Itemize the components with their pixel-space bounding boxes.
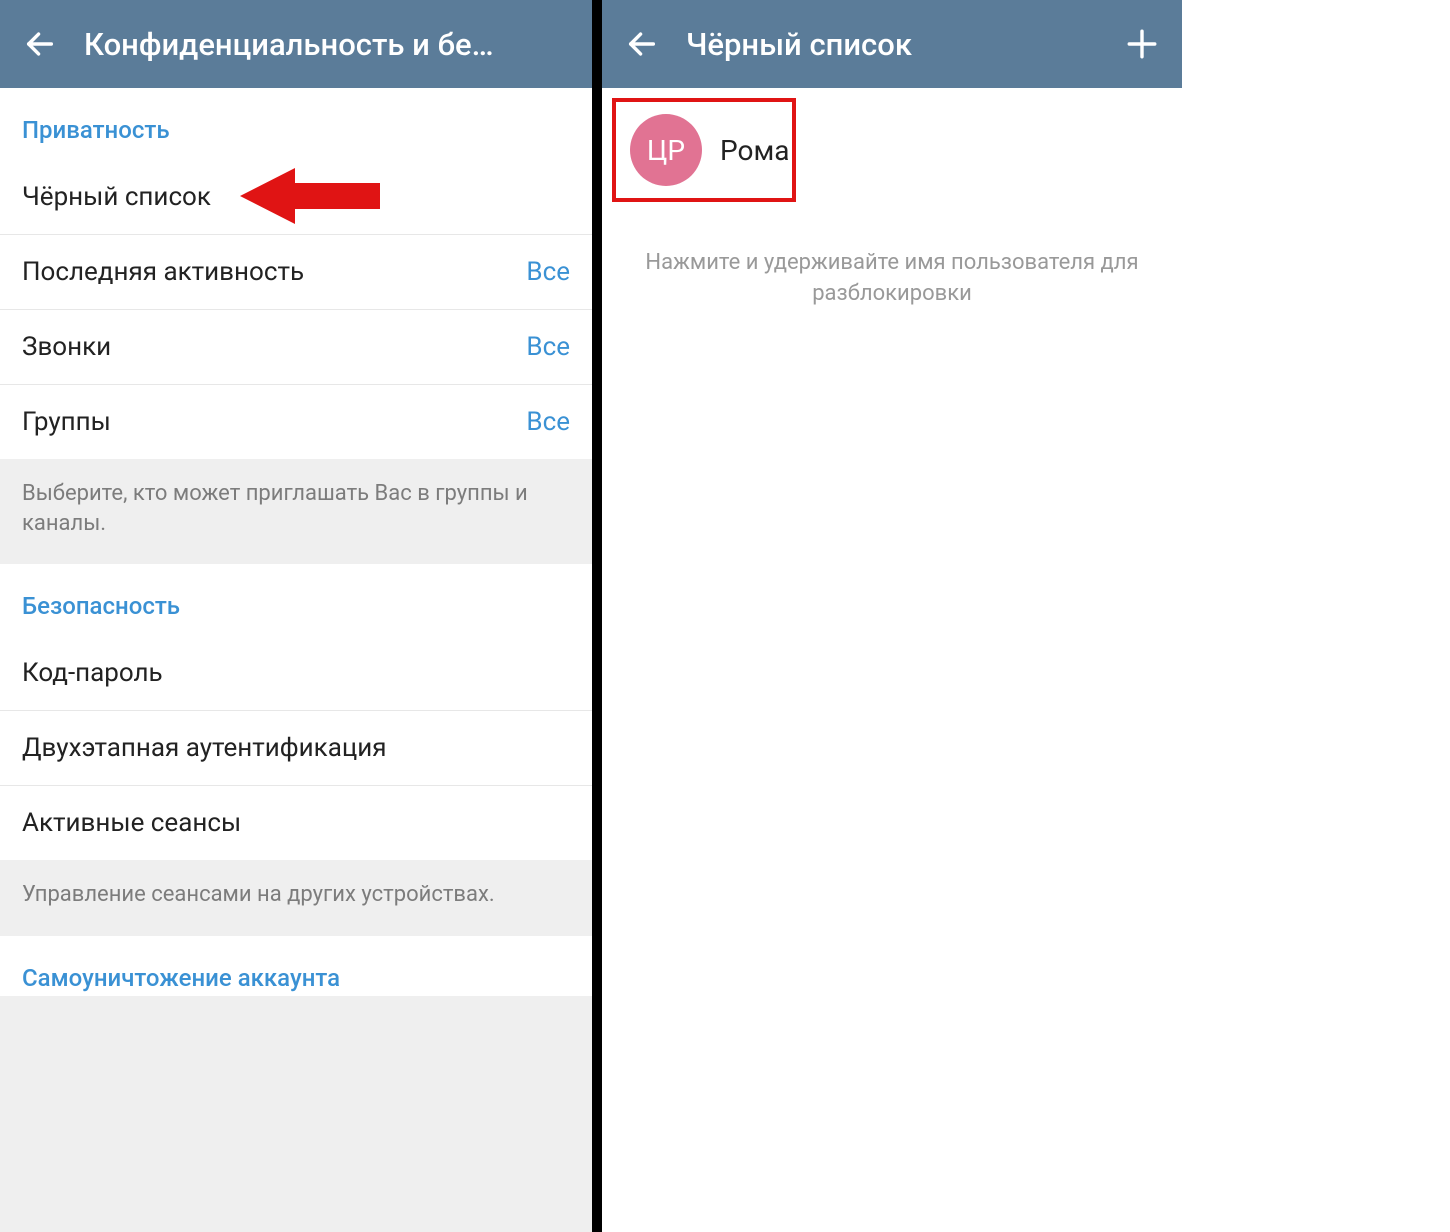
row-passcode-label: Код-пароль	[22, 658, 163, 688]
sessions-info-text: Управление сеансами на других устройства…	[0, 860, 592, 936]
section-header-selfdestruct: Самоуничтожение аккаунта	[0, 936, 592, 996]
page-title: Конфиденциальность и бе…	[84, 26, 576, 63]
row-blacklist[interactable]: Чёрный список	[0, 160, 592, 235]
back-button[interactable]	[16, 20, 64, 68]
row-lastseen-label: Последняя активность	[22, 257, 304, 287]
blocked-user-row[interactable]: ЦР Рома	[612, 98, 796, 202]
header-bar-right: Чёрный список	[602, 0, 1182, 88]
page-title-right: Чёрный список	[686, 26, 1118, 63]
row-groups-label: Группы	[22, 407, 111, 437]
row-groups-value: Все	[526, 407, 570, 437]
back-arrow-icon	[23, 27, 57, 61]
blacklist-content: ЦР Рома Нажмите и удерживайте имя пользо…	[602, 88, 1182, 1232]
row-twostep-label: Двухэтапная аутентификация	[22, 733, 387, 763]
row-twostep[interactable]: Двухэтапная аутентификация	[0, 711, 592, 786]
red-arrow-icon	[240, 166, 380, 226]
row-calls-value: Все	[526, 332, 570, 362]
row-calls[interactable]: Звонки Все	[0, 310, 592, 385]
row-lastseen[interactable]: Последняя активность Все	[0, 235, 592, 310]
unblock-hint: Нажмите и удерживайте имя пользователя д…	[602, 202, 1182, 310]
row-passcode[interactable]: Код-пароль	[0, 636, 592, 711]
back-arrow-icon	[625, 27, 659, 61]
section-header-security: Безопасность	[0, 564, 592, 636]
row-groups[interactable]: Группы Все	[0, 385, 592, 459]
back-button-right[interactable]	[618, 20, 666, 68]
settings-privacy-panel: Конфиденциальность и бе… Приватность Чёр…	[0, 0, 592, 1232]
section-header-privacy: Приватность	[0, 88, 592, 160]
panel-divider	[592, 0, 602, 1232]
row-sessions[interactable]: Активные сеансы	[0, 786, 592, 860]
blacklist-panel: Чёрный список ЦР Рома Нажмите и удержива…	[602, 0, 1182, 1232]
header-bar: Конфиденциальность и бе…	[0, 0, 592, 88]
avatar: ЦР	[630, 114, 702, 186]
row-sessions-label: Активные сеансы	[22, 808, 241, 838]
blocked-user-name: Рома	[720, 134, 789, 167]
row-lastseen-value: Все	[526, 257, 570, 287]
add-user-button[interactable]	[1118, 20, 1166, 68]
plus-icon	[1125, 27, 1159, 61]
annotation-arrow	[240, 166, 380, 230]
empty-space	[1182, 0, 1450, 1232]
row-calls-label: Звонки	[22, 332, 111, 362]
groups-info-text: Выберите, кто может приглашать Вас в гру…	[0, 459, 592, 564]
row-blacklist-label: Чёрный список	[22, 182, 211, 212]
